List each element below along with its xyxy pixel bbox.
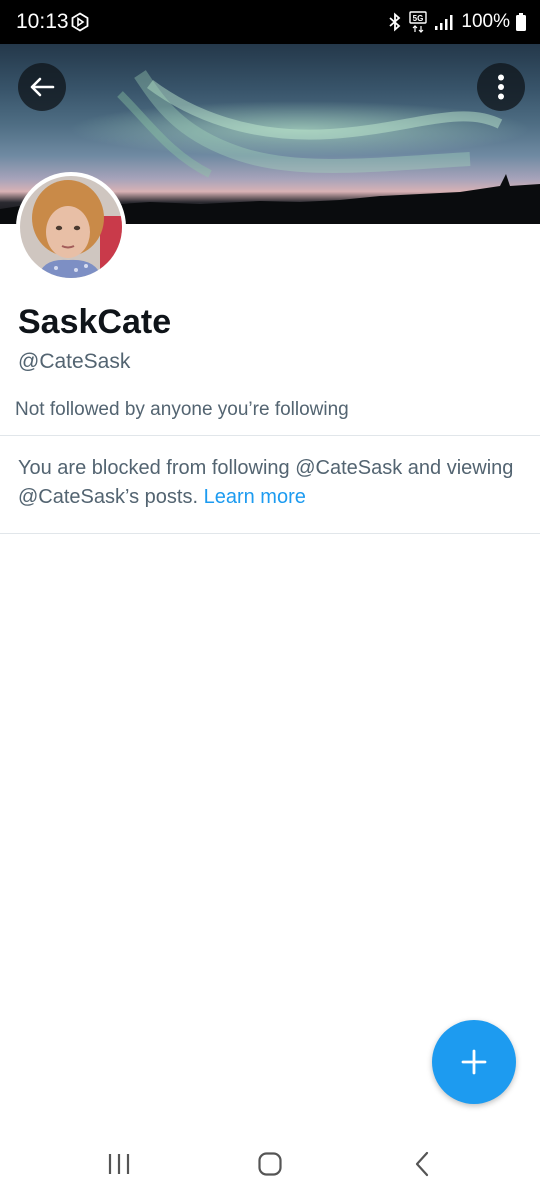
compose-post-button[interactable]	[432, 1020, 516, 1104]
system-nav-bar	[0, 1128, 540, 1200]
avatar[interactable]	[16, 172, 126, 282]
divider	[0, 435, 540, 436]
5g-icon: 5G	[409, 11, 428, 33]
recent-apps-button[interactable]	[99, 1146, 139, 1182]
followed-by-text: Not followed by anyone you’re following	[15, 399, 349, 420]
more-options-button[interactable]	[477, 63, 525, 111]
battery-percent: 100%	[461, 11, 510, 32]
status-bar: 10:13 5G 100%	[0, 0, 540, 44]
learn-more-link[interactable]: Learn more	[204, 486, 306, 508]
back-button[interactable]	[18, 63, 66, 111]
arrow-left-icon	[30, 77, 55, 97]
avatar-photo	[20, 176, 122, 278]
battery-icon	[516, 13, 526, 31]
back-icon	[415, 1151, 429, 1177]
bluetooth-icon	[389, 12, 401, 32]
home-button[interactable]	[250, 1146, 290, 1182]
user-handle: @CateSask	[18, 350, 131, 373]
status-icons: 5G 100%	[387, 8, 526, 36]
system-back-button[interactable]	[402, 1146, 442, 1182]
svg-text:5G: 5G	[413, 14, 424, 23]
status-time: 10:13	[16, 10, 69, 33]
divider	[0, 533, 540, 534]
home-icon	[258, 1152, 282, 1176]
signal-icon	[435, 15, 453, 30]
more-vertical-icon	[498, 74, 504, 100]
display-name: SaskCate	[18, 303, 172, 341]
blocked-notice: You are blocked from following @CateSask…	[18, 454, 518, 512]
app-notification-icon	[71, 12, 89, 32]
plus-icon	[461, 1049, 487, 1075]
recent-apps-icon	[108, 1154, 130, 1174]
